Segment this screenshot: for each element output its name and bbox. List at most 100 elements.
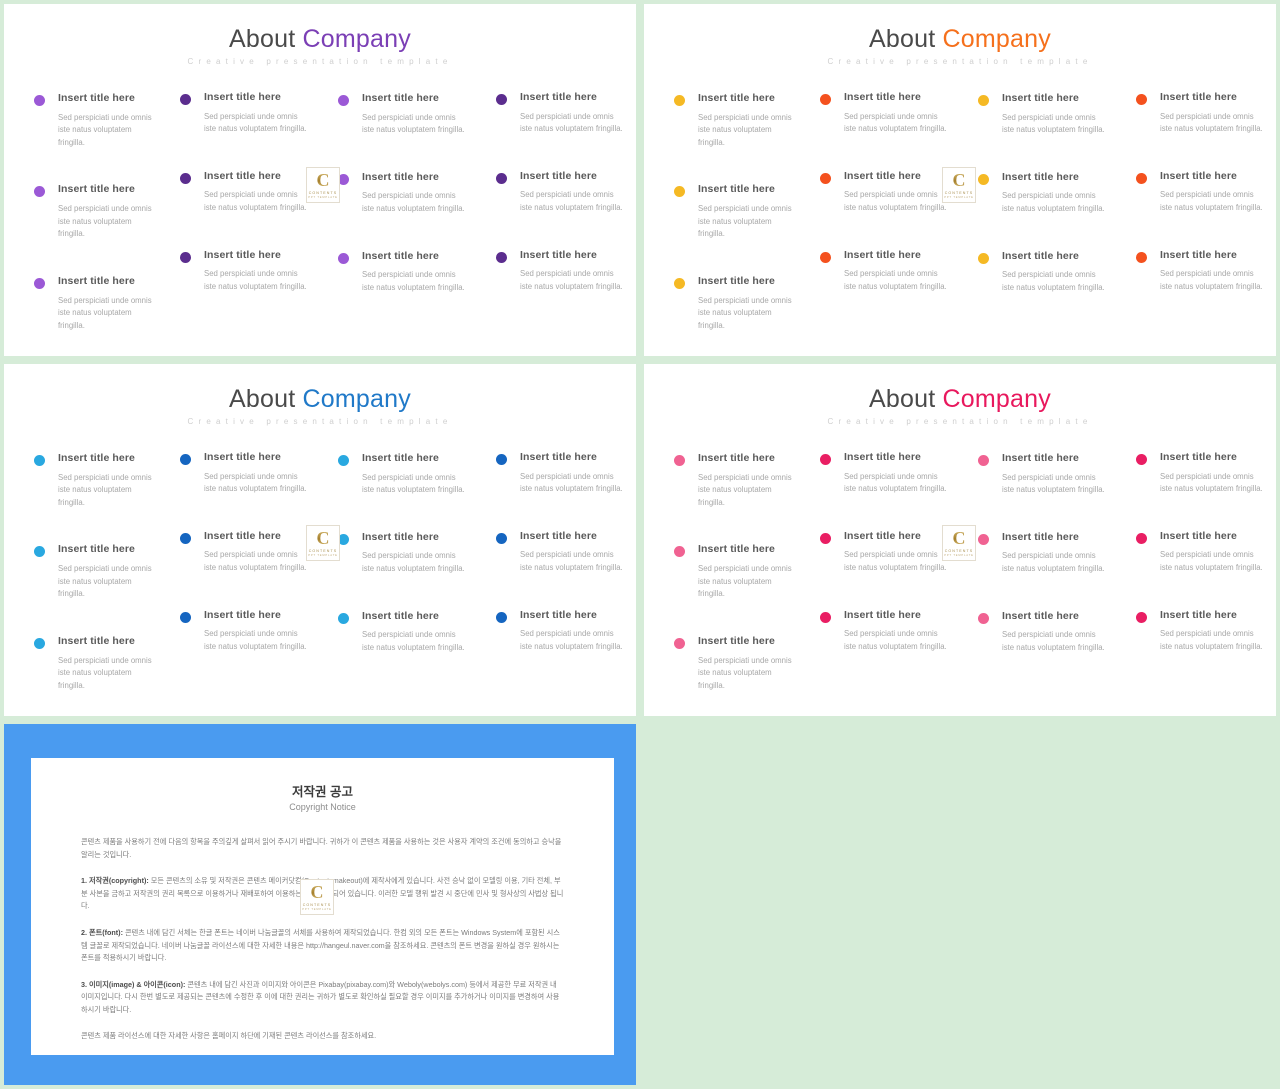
feature-item[interactable]: Insert title here Sed perspiciati unde o… xyxy=(820,170,950,215)
feature-title: Insert title here xyxy=(204,91,281,103)
slide-pink[interactable]: About Company Creative presentation temp… xyxy=(644,364,1276,716)
title-word-about: About xyxy=(229,25,296,53)
feature-column-2: Insert title here Sed perspiciati unde o… xyxy=(162,91,320,332)
feature-desc: Sed perspiciati unde omnis iste natus vo… xyxy=(1002,551,1105,574)
feature-item[interactable]: Insert title here Sed perspiciati unde o… xyxy=(338,452,468,497)
feature-item[interactable]: Insert title here Sed perspiciati unde o… xyxy=(978,250,1108,295)
logo-letter-c: C xyxy=(316,169,330,190)
bullet-dot-icon xyxy=(180,94,191,105)
feature-item[interactable]: Insert title here Sed perspiciati unde o… xyxy=(1136,451,1266,496)
feature-item[interactable]: Insert title here Sed perspiciati unde o… xyxy=(496,609,626,654)
feature-item[interactable]: Insert title here Sed perspiciati unde o… xyxy=(180,609,310,654)
feature-item[interactable]: Insert title here Sed perspiciati unde o… xyxy=(674,452,792,509)
feature-desc: Sed perspiciati unde omnis iste natus vo… xyxy=(1160,471,1263,494)
feature-item[interactable]: Insert title here Sed perspiciati unde o… xyxy=(820,249,950,294)
feature-item[interactable]: Insert title here Sed perspiciati unde o… xyxy=(1136,91,1266,136)
feature-title: Insert title here xyxy=(362,530,439,543)
feature-title: Insert title here xyxy=(520,91,597,103)
feature-item[interactable]: Insert title here Sed perspiciati unde o… xyxy=(820,91,950,136)
bullet-dot-icon xyxy=(496,94,507,105)
feature-item[interactable]: Insert title here Sed perspiciati unde o… xyxy=(674,183,792,240)
feature-item[interactable]: Insert title here Sed perspiciati unde o… xyxy=(674,543,792,600)
feature-item[interactable]: Insert title here Sed perspiciati unde o… xyxy=(496,530,626,575)
feature-title: Insert title here xyxy=(204,529,281,542)
feature-desc: Sed perspiciati unde omnis iste natus vo… xyxy=(844,111,947,134)
logo-wordmark: CONTENTS xyxy=(302,902,332,907)
feature-item[interactable]: Insert title here Sed perspiciati unde o… xyxy=(34,452,152,509)
bullet-dot-icon xyxy=(674,546,685,558)
feature-item[interactable]: Insert title here Sed perspiciati unde o… xyxy=(34,183,152,240)
feature-columns: Insert title here Sed perspiciati unde o… xyxy=(4,91,636,332)
bullet-dot-icon xyxy=(180,454,191,465)
feature-title: Insert title here xyxy=(844,608,921,621)
feature-item[interactable]: Insert title here Sed perspiciati unde o… xyxy=(978,531,1108,576)
logo-tagline: PPT TEMPLATE xyxy=(302,908,332,912)
feature-title: Insert title here xyxy=(698,92,775,104)
feature-item[interactable]: Insert title here Sed perspiciati unde o… xyxy=(338,250,468,295)
feature-item[interactable]: Insert title here Sed perspiciati unde o… xyxy=(180,170,310,215)
bullet-dot-icon xyxy=(338,252,349,264)
page-subtitle: Creative presentation template xyxy=(187,416,453,426)
feature-item[interactable]: Insert title here Sed perspiciati unde o… xyxy=(674,92,792,149)
feature-item[interactable]: Insert title here Sed perspiciati unde o… xyxy=(180,451,310,496)
feature-item[interactable]: Insert title here Sed perspiciati unde o… xyxy=(978,92,1108,137)
slide-copyright-notice[interactable]: 저작권 공고 Copyright Notice 콘텐츠 제품을 사용하기 전에 … xyxy=(4,724,636,1085)
feature-item[interactable]: Insert title here Sed perspiciati unde o… xyxy=(496,249,626,294)
feature-column-3: Insert title here Sed perspiciati unde o… xyxy=(960,452,1118,692)
feature-item[interactable]: Insert title here Sed perspiciati unde o… xyxy=(338,531,468,576)
feature-title: Insert title here xyxy=(520,248,597,261)
feature-item[interactable]: Insert title here Sed perspiciati unde o… xyxy=(338,92,468,137)
feature-item[interactable]: Insert title here Sed perspiciati unde o… xyxy=(978,452,1108,497)
feature-item[interactable]: Insert title here Sed perspiciati unde o… xyxy=(496,451,626,496)
feature-item[interactable]: Insert title here Sed perspiciati unde o… xyxy=(820,451,950,496)
feature-item[interactable]: Insert title here Sed perspiciati unde o… xyxy=(1136,530,1266,575)
feature-item[interactable]: Insert title here Sed perspiciati unde o… xyxy=(34,635,152,692)
feature-item[interactable]: Insert title here Sed perspiciati unde o… xyxy=(34,543,152,600)
copyright-item-1-label: 1. 저작권(copyright): xyxy=(81,876,149,886)
feature-item[interactable]: Insert title here Sed perspiciati unde o… xyxy=(496,170,626,215)
feature-item[interactable]: Insert title here Sed perspiciati unde o… xyxy=(338,610,468,655)
feature-column-2: Insert title here Sed perspiciati unde o… xyxy=(162,451,320,692)
feature-title: Insert title here xyxy=(844,529,921,542)
page-title: About Company xyxy=(4,385,636,414)
feature-desc: Sed perspiciati unde omnis iste natus vo… xyxy=(698,112,792,147)
feature-column-1: Insert title here Sed perspiciati unde o… xyxy=(4,92,162,332)
feature-item[interactable]: Insert title here Sed perspiciati unde o… xyxy=(674,275,792,332)
bullet-dot-icon xyxy=(1136,611,1147,623)
logo-tagline: PPT TEMPLATE xyxy=(308,196,338,200)
feature-item[interactable]: Insert title here Sed perspiciati unde o… xyxy=(496,91,626,136)
bullet-dot-icon xyxy=(338,612,349,624)
feature-item[interactable]: Insert title here Sed perspiciati unde o… xyxy=(674,635,792,692)
feature-desc: Sed perspiciati unde omnis iste natus vo… xyxy=(844,550,947,573)
bullet-dot-icon xyxy=(1136,251,1147,263)
feature-item[interactable]: Insert title here Sed perspiciati unde o… xyxy=(180,91,310,136)
feature-item[interactable]: Insert title here Sed perspiciati unde o… xyxy=(34,275,152,332)
bullet-dot-icon xyxy=(820,94,831,105)
feature-desc: Sed perspiciati unde omnis iste natus vo… xyxy=(698,295,792,330)
feature-desc: Sed perspiciati unde omnis iste natus vo… xyxy=(844,629,947,651)
feature-desc: Sed perspiciati unde omnis iste natus vo… xyxy=(1160,190,1263,213)
bullet-dot-icon xyxy=(34,637,45,649)
feature-item[interactable]: Insert title here Sed perspiciati unde o… xyxy=(180,530,310,575)
feature-item[interactable]: Insert title here Sed perspiciati unde o… xyxy=(978,171,1108,216)
feature-item[interactable]: Insert title here Sed perspiciati unde o… xyxy=(820,530,950,575)
bullet-dot-icon xyxy=(338,455,349,466)
feature-desc: Sed perspiciati unde omnis iste natus vo… xyxy=(1002,270,1105,292)
copyright-header: 저작권 공고 Copyright Notice xyxy=(81,784,564,814)
feature-item[interactable]: Insert title here Sed perspiciati unde o… xyxy=(338,171,468,216)
feature-desc: Sed perspiciati unde omnis iste natus vo… xyxy=(1160,111,1263,134)
feature-item[interactable]: Insert title here Sed perspiciati unde o… xyxy=(1136,249,1266,294)
logo-wordmark: CONTENTS xyxy=(944,190,974,195)
feature-item[interactable]: Insert title here Sed perspiciati unde o… xyxy=(820,609,950,654)
slide-blue[interactable]: About Company Creative presentation temp… xyxy=(4,364,636,716)
slide-purple[interactable]: About Company Creative presentation temp… xyxy=(4,4,636,356)
feature-title: Insert title here xyxy=(1160,169,1237,182)
feature-columns: Insert title here Sed perspiciati unde o… xyxy=(4,451,636,692)
feature-item[interactable]: Insert title here Sed perspiciati unde o… xyxy=(180,249,310,294)
feature-item[interactable]: Insert title here Sed perspiciati unde o… xyxy=(34,92,152,149)
feature-item[interactable]: Insert title here Sed perspiciati unde o… xyxy=(978,610,1108,655)
feature-item[interactable]: Insert title here Sed perspiciati unde o… xyxy=(1136,609,1266,654)
feature-item[interactable]: Insert title here Sed perspiciati unde o… xyxy=(1136,170,1266,215)
feature-desc: Sed perspiciati unde omnis iste natus vo… xyxy=(844,190,947,213)
slide-orange[interactable]: About Company Creative presentation temp… xyxy=(644,4,1276,356)
